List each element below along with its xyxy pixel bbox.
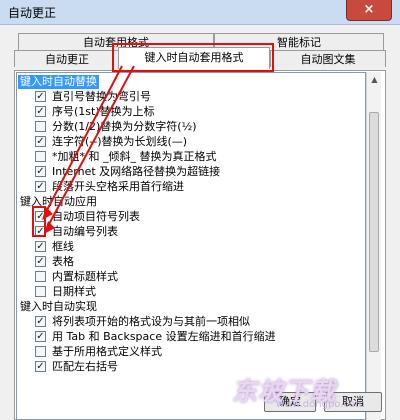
title-bar: 自动更正 × [0, 0, 400, 25]
option-label: 将列表项开始的格式设为与其前一项相似 [52, 315, 250, 328]
highlight-tab-box [112, 43, 274, 72]
checkbox[interactable] [35, 151, 46, 162]
option-label: 自动编号列表 [52, 225, 118, 238]
option-label: 分数(1/2)替换为分数字符(½) [52, 120, 197, 133]
option-label: 表格 [52, 255, 74, 268]
option-label: *加粗* 和 _倾斜_ 替换为真正格式 [52, 150, 217, 163]
option-label: Internet 及网络路径替换为超链接 [52, 165, 221, 178]
checkbox[interactable]: ✓ [35, 136, 46, 147]
option-label: 框线 [52, 240, 74, 253]
option-label: 序号(1st)替换为上标 [52, 105, 155, 118]
checkbox[interactable]: ✓ [35, 166, 46, 177]
highlight-checkbox-box [32, 206, 46, 237]
section-header-replace[interactable]: 键入时自动替换 [18, 75, 99, 89]
option-label: 内置标题样式 [52, 270, 118, 283]
checkbox[interactable]: ✓ [35, 361, 46, 372]
checkbox[interactable] [35, 121, 46, 132]
option-label: 直引号替换为弯引号 [52, 90, 151, 103]
checkbox[interactable]: ✓ [35, 331, 46, 342]
option-label: 日期样式 [52, 285, 96, 298]
checkbox[interactable]: ✓ [35, 106, 46, 117]
checkbox[interactable] [35, 271, 46, 282]
scroll-thumb[interactable] [369, 112, 379, 352]
vertical-scrollbar[interactable]: ▲ ▼ [366, 72, 381, 420]
option-label: 基于所用格式定义样式 [52, 345, 162, 358]
options-list: 键入时自动替换 ✓ 直引号替换为弯引号 ✓ 序号(1st)替换为上标 分数(1/2)… [16, 72, 366, 420]
checkbox[interactable] [35, 286, 46, 297]
section-header-implement: 键入时自动实现 [20, 300, 97, 313]
scroll-up-icon[interactable]: ▲ [368, 73, 381, 87]
checkbox[interactable]: ✓ [35, 241, 46, 252]
option-label: 段落开头空格采用首行缩进 [52, 180, 184, 193]
window-title: 自动更正 [8, 6, 57, 20]
checkbox[interactable] [35, 346, 46, 357]
checkbox[interactable]: ✓ [35, 91, 46, 102]
option-label: 匹配左右括号 [52, 360, 118, 373]
checkbox[interactable]: ✓ [35, 256, 46, 267]
close-button[interactable]: × [346, 0, 392, 21]
checkbox[interactable]: ✓ [35, 181, 46, 192]
checkbox[interactable]: ✓ [35, 316, 46, 327]
option-label: 自动项目符号列表 [52, 210, 140, 223]
tab-autocorrect[interactable]: 自动更正 [14, 50, 120, 67]
option-label: 连字符(--)替换为长划线(—) [52, 135, 188, 148]
tab-autotext[interactable]: 自动图文集 [270, 50, 386, 67]
option-label: 用 Tab 和 Backspace 设置左缩进和首行缩进 [52, 330, 276, 343]
watermark-url: www.dongpo.com [276, 399, 365, 410]
